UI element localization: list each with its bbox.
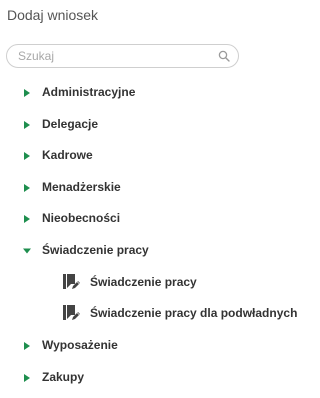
search-input[interactable] (18, 48, 208, 64)
tree-item-wyposazenie[interactable]: Wyposażenie (0, 334, 305, 358)
tree-item-label: Menadżerskie (42, 180, 121, 194)
tree-item-label: Administracyjne (42, 85, 136, 99)
tree-item-label: Świadczenie pracy (42, 243, 149, 257)
tree-item-label: Wyposażenie (42, 338, 118, 352)
tree-item-administracyjne[interactable]: Administracyjne (0, 81, 305, 105)
caret-right-icon[interactable] (23, 214, 31, 224)
caret-right-icon[interactable] (23, 341, 31, 351)
caret-right-icon[interactable] (23, 120, 31, 130)
tree-item-swiadczenie-pracy[interactable]: Świadczenie pracy (0, 239, 305, 263)
tree-item-label: Zakupy (42, 370, 85, 384)
search-box[interactable] (6, 44, 239, 68)
tree-item-label: Nieobecności (42, 211, 121, 225)
tree-item-delegacje[interactable]: Delegacje (0, 113, 305, 137)
document-edit-icon (63, 305, 80, 320)
search-icon[interactable] (218, 50, 230, 62)
caret-right-icon[interactable] (23, 183, 31, 193)
tree-item-kadrowe[interactable]: Kadrowe (0, 144, 305, 168)
tree-leaf-swiadczenie-pracy-dla-podwladnych[interactable]: Świadczenie pracy dla podwładnych (0, 301, 305, 327)
caret-right-icon[interactable] (23, 151, 31, 161)
caret-down-icon[interactable] (22, 247, 32, 255)
caret-right-icon[interactable] (23, 373, 31, 383)
panel-title: Dodaj wniosek (7, 7, 99, 23)
tree-item-zakupy[interactable]: Zakupy (0, 366, 305, 390)
tree-item-menadzerskie[interactable]: Menadżerskie (0, 176, 305, 200)
tree-leaf-label: Świadczenie pracy (90, 275, 197, 289)
document-edit-icon (63, 274, 80, 289)
tree-leaf-swiadczenie-pracy[interactable]: Świadczenie pracy (0, 270, 305, 296)
tree-leaf-label: Świadczenie pracy dla podwładnych (90, 306, 298, 320)
caret-right-icon[interactable] (23, 88, 31, 98)
tree-item-label: Kadrowe (42, 148, 93, 162)
tree-item-nieobecnosci[interactable]: Nieobecności (0, 207, 305, 231)
tree-item-label: Delegacje (42, 117, 99, 131)
